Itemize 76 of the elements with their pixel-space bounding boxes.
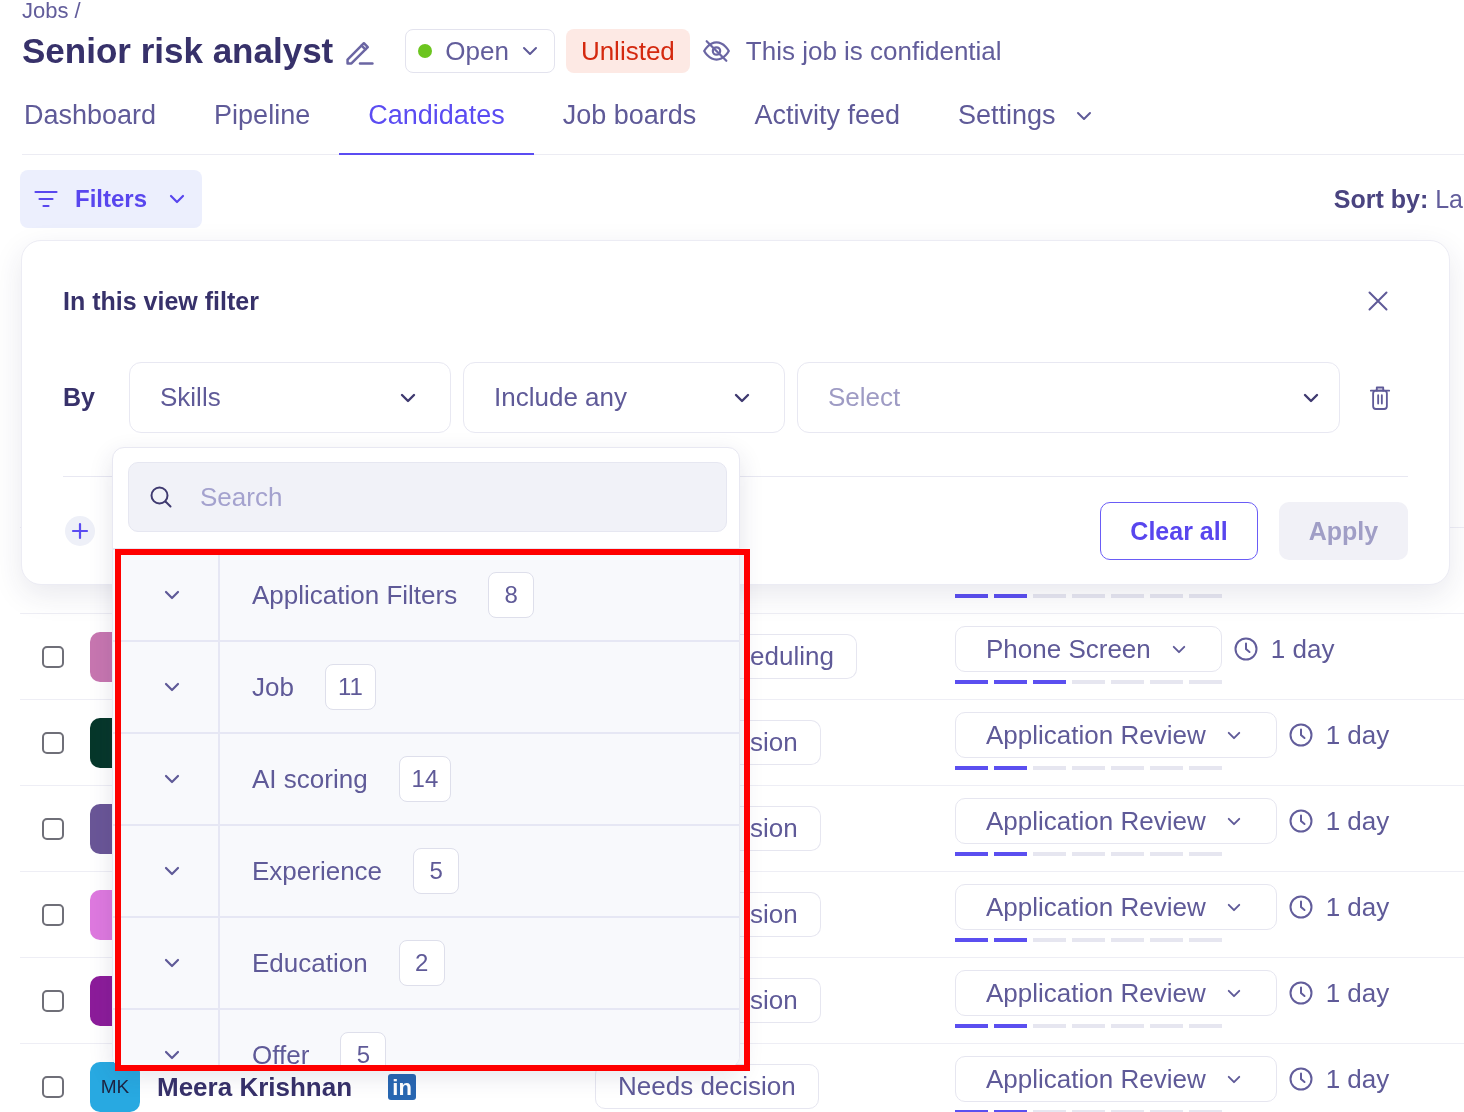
chevron-down-icon <box>400 392 416 403</box>
chevron-down-icon <box>1303 392 1319 403</box>
trash-icon[interactable] <box>1369 384 1391 411</box>
close-icon[interactable] <box>1368 291 1388 311</box>
stage-dropdown[interactable]: Phone Screen <box>955 626 1222 672</box>
status-dropdown[interactable]: Open <box>405 29 555 73</box>
clock-icon <box>1288 895 1313 919</box>
count-badge: 5 <box>413 848 460 894</box>
filter-group-item[interactable]: Application Filters 8 <box>113 548 739 640</box>
row-checkbox[interactable] <box>42 1075 64 1098</box>
tab[interactable]: Job boards <box>533 78 726 155</box>
filter-group-item[interactable]: AI scoring 14 <box>113 732 739 824</box>
visibility-badge: Unlisted <box>565 29 690 73</box>
breadcrumb[interactable]: Jobs / <box>22 0 81 22</box>
plus-icon[interactable] <box>65 516 95 546</box>
profile-link-badge[interactable]: in <box>388 1073 417 1100</box>
filter-group-item[interactable]: Job 11 <box>113 640 739 732</box>
avatar: MK <box>90 1061 140 1112</box>
clock-icon <box>1288 981 1313 1005</box>
chevron-down-icon <box>1226 902 1241 912</box>
stage-dropdown[interactable]: Application Review <box>955 884 1277 930</box>
sort-by-control[interactable]: Sort by: La <box>1333 184 1464 214</box>
filter-icon <box>34 190 58 208</box>
clock-icon <box>1288 723 1313 747</box>
candidate-name[interactable]: Meera Krishnan <box>157 1073 353 1100</box>
filters-button[interactable]: Filters <box>20 170 203 228</box>
chevron-down-icon <box>734 392 750 403</box>
tab[interactable]: Candidates <box>339 78 534 155</box>
chevron-down-icon <box>1171 644 1186 654</box>
count-badge: 14 <box>398 756 452 802</box>
time-in-stage: 1 day <box>1325 719 1390 751</box>
search-icon <box>150 486 172 508</box>
row-checkbox[interactable] <box>42 989 64 1012</box>
count-badge: 5 <box>340 1032 387 1067</box>
chevron-down-icon <box>1226 988 1241 998</box>
time-in-stage: 1 day <box>1325 977 1390 1009</box>
filter-group-item[interactable]: Education 2 <box>113 916 739 1008</box>
row-checkbox[interactable] <box>42 903 64 926</box>
count-badge: 2 <box>398 940 445 986</box>
field-select[interactable]: Skills <box>129 362 451 433</box>
job-title: Senior risk analyst <box>22 30 334 72</box>
panel-title: In this view filter <box>63 286 259 316</box>
confidential-note: This job is confidential <box>745 35 1002 67</box>
stage-dropdown[interactable]: Application Review <box>955 1056 1277 1102</box>
operator-select[interactable]: Include any <box>463 362 785 433</box>
count-badge: 8 <box>488 572 535 618</box>
row-checkbox[interactable] <box>42 645 64 668</box>
chevron-down-icon <box>1226 730 1241 740</box>
time-in-stage: 1 day <box>1270 633 1335 665</box>
filter-group-item[interactable]: Experience 5 <box>113 824 739 916</box>
chevron-down-icon <box>521 46 538 56</box>
tab[interactable]: Dashboard <box>22 78 186 155</box>
tab[interactable]: Pipeline <box>185 78 340 155</box>
count-badge: 11 <box>324 664 376 710</box>
time-in-stage: 1 day <box>1325 1063 1390 1095</box>
row-checkbox[interactable] <box>42 817 64 840</box>
time-in-stage: 1 day <box>1325 805 1390 837</box>
search-field[interactable]: Search <box>128 462 727 532</box>
tab[interactable]: Settings <box>928 78 1121 155</box>
stage-dropdown[interactable]: Application Review <box>955 712 1277 758</box>
stage-dropdown[interactable]: Application Review <box>955 970 1277 1016</box>
clear-all-button[interactable]: Clear all <box>1100 502 1258 560</box>
eye-slash-icon <box>702 39 730 63</box>
time-in-stage: 1 day <box>1325 891 1390 923</box>
by-label: By <box>63 383 96 412</box>
chevron-down-icon <box>1226 1074 1241 1084</box>
tab[interactable]: Activity feed <box>725 78 929 155</box>
clock-icon <box>1288 1067 1313 1091</box>
row-checkbox[interactable] <box>42 731 64 754</box>
stage-dropdown[interactable]: Application Review <box>955 798 1277 844</box>
clock-icon <box>1233 637 1258 661</box>
chevron-down-icon <box>169 194 186 204</box>
status-dot-icon <box>418 44 433 58</box>
chevron-down-icon <box>1226 816 1241 826</box>
clock-icon <box>1288 809 1313 833</box>
filter-group-item[interactable]: Offer 5 <box>113 1008 739 1067</box>
